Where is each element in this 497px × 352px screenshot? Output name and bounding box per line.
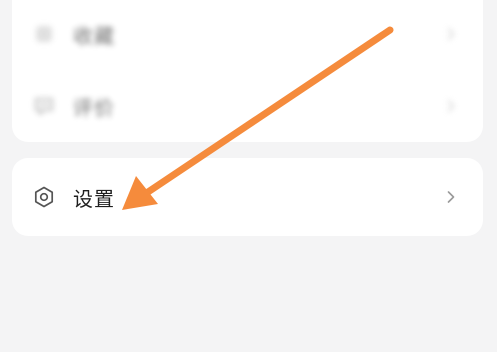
chevron-right-icon <box>445 98 457 114</box>
bookmark-icon <box>32 22 56 46</box>
menu-item-reviews[interactable]: 评价 <box>12 78 483 134</box>
settings-card: 设置 <box>12 158 483 236</box>
gear-icon <box>32 185 56 209</box>
chevron-right-icon <box>445 189 457 205</box>
chevron-right-icon <box>445 26 457 42</box>
settings-row[interactable]: 设置 <box>12 169 483 225</box>
settings-label: 设置 <box>73 186 115 211</box>
menu-card: 收藏 评价 <box>12 0 483 142</box>
menu-item-label: 评价 <box>73 95 115 120</box>
comment-icon <box>32 94 56 118</box>
menu-item-label: 收藏 <box>73 23 115 48</box>
menu-item-favorites[interactable]: 收藏 <box>12 6 483 62</box>
